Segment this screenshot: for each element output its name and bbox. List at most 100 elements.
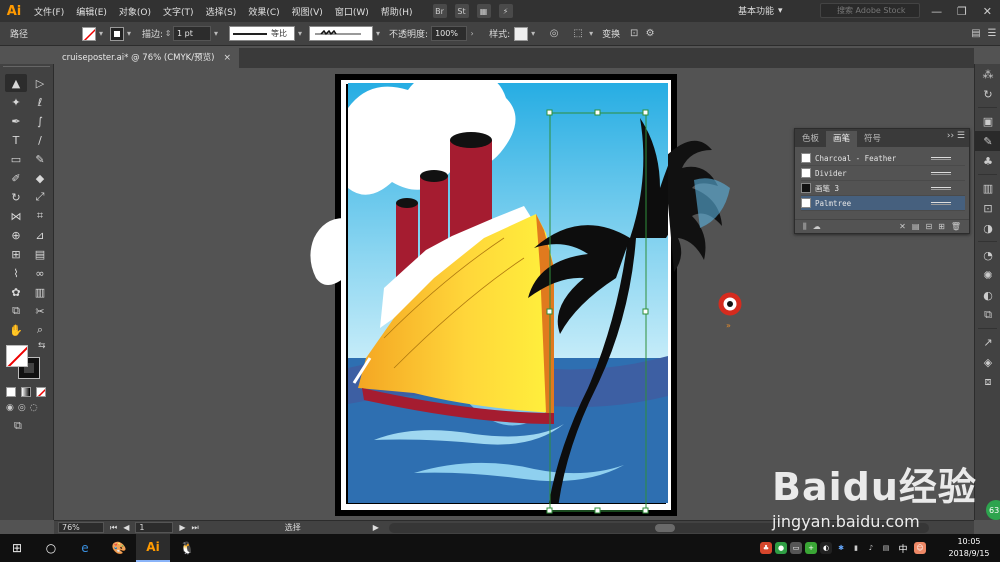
- pen-tool[interactable]: ✒: [5, 112, 27, 130]
- transform-icon[interactable]: ⊡: [975, 198, 1000, 218]
- panel-grip[interactable]: [3, 66, 50, 72]
- options-icon[interactable]: ⚙: [642, 26, 658, 42]
- remove-stroke-icon[interactable]: ✕: [899, 222, 906, 231]
- align-to-icon[interactable]: ⬚: [570, 26, 586, 42]
- opacity-input[interactable]: 100%: [431, 26, 468, 41]
- collapse-icon[interactable]: ››: [947, 131, 954, 141]
- handle-bm[interactable]: [594, 507, 601, 514]
- menu-type[interactable]: 文字(T): [157, 5, 200, 18]
- handle-tl[interactable]: [546, 109, 553, 116]
- scale-tool[interactable]: ⤢: [29, 188, 51, 206]
- minimize-button[interactable]: —: [924, 0, 949, 22]
- screen-mode-icon[interactable]: ⧉: [0, 417, 53, 435]
- brush-libraries-icon[interactable]: ⫼: [803, 222, 807, 232]
- direct-selection-tool[interactable]: ▷: [29, 74, 51, 92]
- libraries-panel-icon[interactable]: ☁: [813, 222, 821, 231]
- cortana-icon[interactable]: ○: [34, 534, 68, 562]
- chevron-down-icon[interactable]: ▾: [96, 29, 106, 38]
- panel-menu-icon[interactable]: ›› ☰: [947, 131, 965, 141]
- variable-width-profile[interactable]: 等比: [229, 26, 296, 41]
- scrollbar-thumb[interactable]: [654, 523, 675, 532]
- menu-select[interactable]: 选择(S): [200, 5, 243, 18]
- delete-icon[interactable]: 🗑: [951, 222, 961, 231]
- handle-br[interactable]: [642, 507, 649, 514]
- clock[interactable]: 10:05 2018/9/15: [940, 536, 998, 560]
- menu-object[interactable]: 对象(O): [113, 5, 157, 18]
- tab-symbols[interactable]: 符号: [857, 131, 888, 147]
- recolor-artwork-icon[interactable]: ◎: [546, 26, 562, 42]
- rotate-tool[interactable]: ↻: [5, 188, 27, 206]
- shape-builder-tool[interactable]: ⊕: [5, 226, 27, 244]
- close-button[interactable]: ✕: [975, 0, 1000, 22]
- panel-menu-icon[interactable]: ☰: [984, 26, 1000, 42]
- status-menu-icon[interactable]: ▶: [373, 523, 379, 532]
- blend-tool[interactable]: ∞: [29, 264, 51, 282]
- chevron-down-icon[interactable]: ▾: [373, 29, 383, 38]
- color-guide-icon[interactable]: ◐: [975, 285, 1000, 305]
- tab-swatches[interactable]: 色板: [795, 131, 826, 147]
- layers-icon[interactable]: ◈: [975, 352, 1000, 372]
- menu-file[interactable]: 文件(F): [28, 5, 70, 18]
- close-icon[interactable]: ×: [223, 48, 231, 68]
- menu-help[interactable]: 帮助(H): [375, 5, 419, 18]
- tray-monitor-icon[interactable]: ▭: [790, 542, 802, 554]
- new-brush-icon[interactable]: ⊞: [938, 222, 945, 231]
- graphic-style-swatch[interactable]: [514, 26, 529, 41]
- last-artboard-icon[interactable]: ⏭: [192, 523, 199, 533]
- free-transform-tool[interactable]: ⌗: [29, 207, 51, 225]
- qq-icon[interactable]: 🐧: [170, 534, 204, 562]
- menu-effect[interactable]: 效果(C): [242, 5, 285, 18]
- zoom-tool[interactable]: ⌕: [29, 321, 51, 339]
- list-item-selected[interactable]: Palmtree: [801, 196, 965, 211]
- gpu-performance-icon[interactable]: ⚡: [498, 4, 513, 18]
- menu-window[interactable]: 窗口(W): [329, 5, 375, 18]
- appearance-icon[interactable]: ◔: [975, 245, 1000, 265]
- none-mode-icon[interactable]: [36, 387, 46, 397]
- properties-icon[interactable]: ↻: [975, 84, 1000, 104]
- hand-tool[interactable]: ✋: [5, 321, 27, 339]
- slice-tool[interactable]: ✂: [29, 302, 51, 320]
- gradient-tool[interactable]: ▤: [29, 245, 51, 263]
- magic-wand-tool[interactable]: ✦: [5, 93, 27, 111]
- start-icon[interactable]: ⊞: [0, 534, 34, 562]
- stroke-weight-input[interactable]: 1 pt: [173, 26, 212, 41]
- symbol-sprayer-tool[interactable]: ✿: [5, 283, 27, 301]
- zoom-field[interactable]: 76%: [58, 522, 104, 533]
- edge-icon[interactable]: e: [68, 534, 102, 562]
- menu-edit[interactable]: 编辑(E): [70, 5, 113, 18]
- export-icon[interactable]: ↗: [975, 332, 1000, 352]
- type-tool[interactable]: T: [5, 131, 27, 149]
- line-tool[interactable]: /: [29, 131, 51, 149]
- stock-search-input[interactable]: 搜索 Adobe Stock: [820, 3, 920, 18]
- pathfinder-icon[interactable]: ◑: [975, 218, 1000, 238]
- curvature-tool[interactable]: ∫: [29, 112, 51, 130]
- workspace-switcher[interactable]: 基本功能 ▾: [738, 3, 810, 18]
- chevron-down-icon[interactable]: ▾: [211, 29, 221, 38]
- fill-swatch-large[interactable]: [6, 345, 28, 367]
- volume-icon[interactable]: ♪: [865, 542, 877, 554]
- draw-inside-icon[interactable]: ◌: [30, 403, 38, 413]
- ime-indicator[interactable]: 中: [895, 542, 911, 555]
- links-icon[interactable]: ⧉: [975, 305, 1000, 325]
- stock-icon[interactable]: St: [454, 4, 469, 18]
- tray-360-icon[interactable]: ●: [775, 542, 787, 554]
- handle-mr[interactable]: [642, 308, 649, 315]
- shaper-tool[interactable]: ✐: [5, 169, 27, 187]
- list-item[interactable]: 画笔 3: [801, 181, 965, 196]
- list-item[interactable]: Divider: [801, 166, 965, 181]
- tray-app-icon[interactable]: ♣: [760, 542, 772, 554]
- align-icon[interactable]: ▥: [975, 178, 1000, 198]
- stepper-icon[interactable]: ⇕: [163, 29, 173, 38]
- libraries-icon[interactable]: ▣: [975, 111, 1000, 131]
- restore-button[interactable]: ❐: [949, 0, 974, 22]
- handle-tr[interactable]: [642, 109, 649, 116]
- artboards-icon[interactable]: ⧈: [975, 372, 1000, 392]
- graphic-styles-icon[interactable]: ✺: [975, 265, 1000, 285]
- handle-ml[interactable]: [546, 308, 553, 315]
- bridge-icon[interactable]: Br: [432, 4, 447, 18]
- eraser-tool[interactable]: ◆: [29, 169, 51, 187]
- paintbrush-tool[interactable]: ✎: [29, 150, 51, 168]
- action-center-icon[interactable]: ▤: [880, 542, 892, 554]
- tray-app2-icon[interactable]: ◐: [820, 542, 832, 554]
- options-icon[interactable]: ▤: [912, 222, 920, 231]
